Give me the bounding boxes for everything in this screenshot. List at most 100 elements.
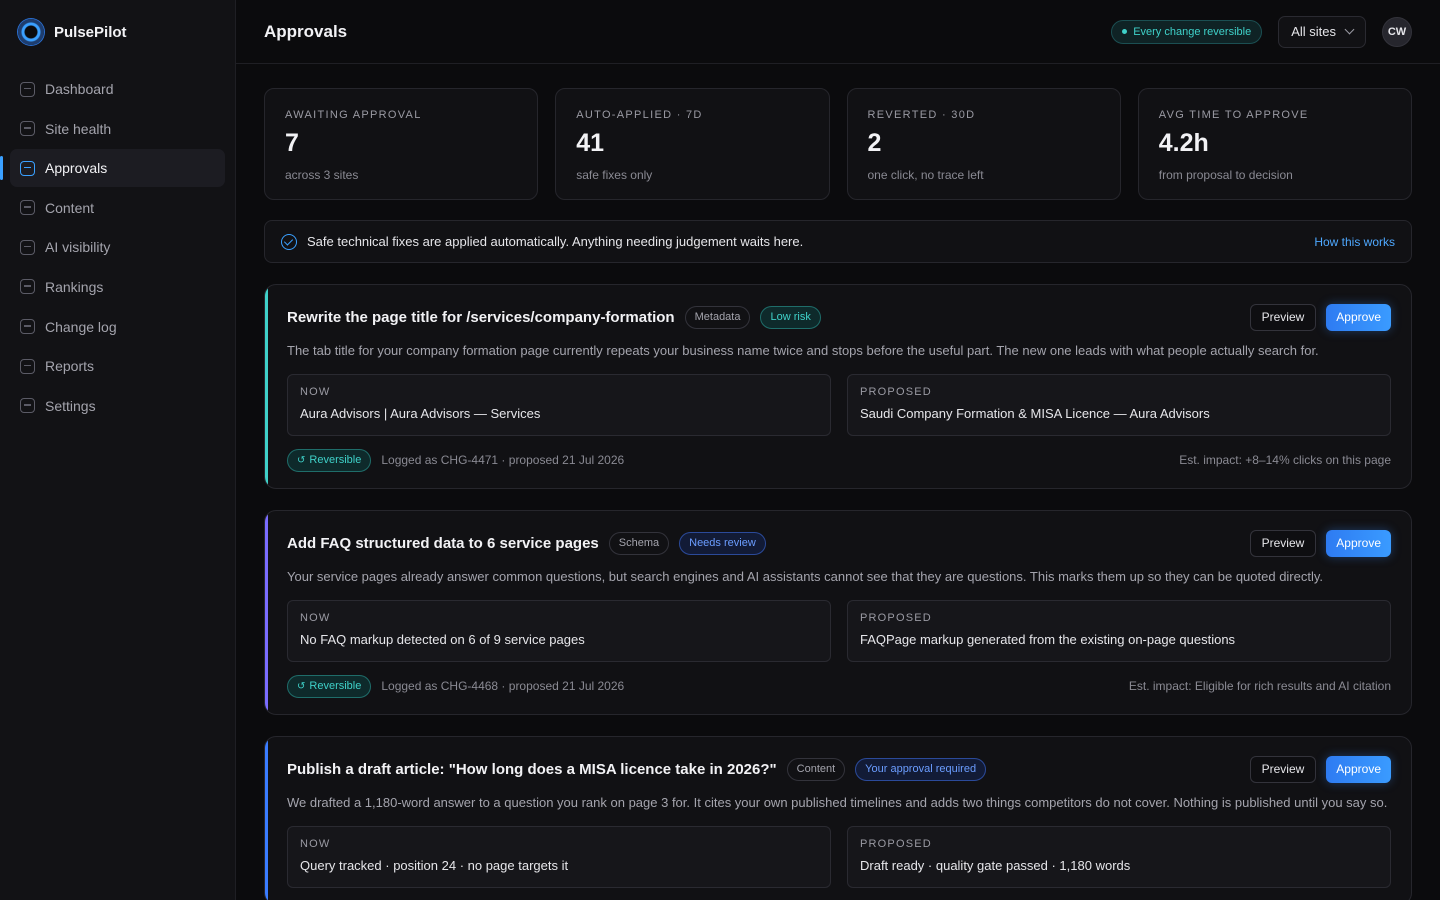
stat-card-auto-applied: Auto-applied · 7d 41 safe fixes only	[555, 88, 830, 200]
now-box: NOW Query tracked · position 24 · no pag…	[287, 826, 831, 888]
approve-button[interactable]: Approve	[1326, 755, 1391, 783]
sidebar-item-approvals[interactable]: Approvals	[0, 149, 225, 188]
stat-value: 2	[867, 129, 882, 157]
proposed-box: PROPOSED Draft ready · quality gate pass…	[847, 826, 1391, 888]
stat-sub: across 3 sites	[285, 168, 359, 182]
proposed-value: Saudi Company Formation & MISA Licence —…	[860, 406, 1210, 421]
sidebar-item-label: Dashboard	[45, 81, 114, 97]
now-label: NOW	[300, 838, 331, 850]
site-health-icon	[20, 121, 35, 137]
impact-estimate: Est. impact: +8–14% clicks on this page	[1179, 453, 1391, 467]
rankings-icon	[20, 279, 35, 295]
approval-card: Add FAQ structured data to 6 service pag…	[264, 510, 1412, 715]
sidebar-item-rankings[interactable]: Rankings	[10, 268, 225, 306]
preview-button[interactable]: Preview	[1249, 529, 1317, 557]
reversible-pill: Every change reversible	[1111, 19, 1263, 44]
now-value: No FAQ markup detected on 6 of 9 service…	[300, 632, 585, 647]
card-description: We drafted a 1,180-word answer to a ques…	[287, 795, 1388, 810]
impact-estimate: Est. impact: Eligible for rich results a…	[1128, 679, 1391, 693]
top-header: Approvals Every change reversible All si…	[236, 0, 1440, 64]
sidebar-item-label: Site health	[45, 120, 112, 137]
sidebar-item-label: Content	[45, 199, 95, 216]
stat-sub: from proposal to decision	[1158, 168, 1293, 182]
approval-card: Rewrite the page title for /services/com…	[264, 284, 1412, 489]
settings-icon	[20, 398, 35, 414]
stat-label: Awaiting approval	[285, 109, 422, 121]
risk-badge: Low risk	[760, 305, 821, 329]
stat-card-reverted: Reverted · 30d 2 one click, no trace lef…	[846, 88, 1121, 200]
sidebar-item-dashboard[interactable]: Dashboard	[10, 70, 225, 108]
now-label: NOW	[300, 386, 331, 398]
approve-button[interactable]: Approve	[1326, 303, 1391, 331]
brand[interactable]: PulsePilot	[0, 0, 235, 64]
stat-card-awaiting: Awaiting approval 7 across 3 sites	[264, 88, 539, 200]
brand-name: PulsePilot	[54, 23, 127, 41]
change-log-ref: Logged as CHG-4468 · proposed 21 Jul 202…	[381, 679, 625, 693]
now-value: Aura Advisors | Aura Advisors — Services	[300, 406, 541, 421]
sidebar-item-content[interactable]: Content	[10, 189, 225, 227]
stat-card-avg-time: Avg time to approve 4.2h from proposal t…	[1137, 88, 1412, 200]
undo-icon: ↺	[297, 454, 306, 466]
change-log-icon	[20, 319, 35, 335]
card-description: Your service pages already answer common…	[287, 569, 1324, 584]
sidebar-item-site-health[interactable]: Site health	[10, 110, 225, 148]
now-box: NOW No FAQ markup detected on 6 of 9 ser…	[287, 600, 831, 662]
proposed-box: PROPOSED FAQPage markup generated from t…	[847, 600, 1391, 662]
stat-label: Avg time to approve	[1158, 109, 1309, 121]
approve-button[interactable]: Approve	[1326, 529, 1391, 557]
check-circle-icon	[281, 233, 297, 250]
reversible-badge: ↺ Reversible	[287, 448, 372, 472]
sidebar-nav: Dashboard Site health Approvals Content …	[0, 64, 235, 432]
sidebar-item-settings[interactable]: Settings	[10, 387, 225, 425]
sidebar-item-change-log[interactable]: Change log	[10, 308, 225, 346]
proposed-value: Draft ready · quality gate passed · 1,18…	[860, 858, 1131, 873]
stat-value: 7	[285, 129, 299, 157]
stat-label: Auto-applied · 7d	[576, 109, 703, 121]
sidebar: PulsePilot Dashboard Site health Approva…	[0, 0, 236, 900]
now-value: Query tracked · position 24 · no page ta…	[300, 858, 569, 873]
approval-card: Publish a draft article: "How long does …	[264, 736, 1412, 900]
risk-badge: Your approval required	[855, 757, 987, 781]
card-description: The tab title for your company formation…	[287, 343, 1319, 358]
avatar[interactable]: CW	[1382, 16, 1412, 47]
sidebar-item-label: Change log	[45, 318, 117, 335]
category-tag: Metadata	[684, 305, 751, 329]
stat-sub: safe fixes only	[576, 168, 653, 182]
sidebar-item-reports[interactable]: Reports	[10, 347, 225, 385]
proposed-box: PROPOSED Saudi Company Formation & MISA …	[847, 374, 1391, 436]
status-dot-icon	[1122, 29, 1128, 34]
reversible-label: Reversible	[309, 454, 362, 466]
reversible-badge: ↺ Reversible	[287, 674, 372, 698]
how-this-works-link[interactable]: How this works	[1314, 235, 1395, 249]
sidebar-item-label: Rankings	[45, 278, 104, 295]
sidebar-item-label: Reports	[45, 358, 95, 375]
info-bar: Safe technical fixes are applied automat…	[264, 220, 1412, 263]
site-select[interactable]: All sites	[1278, 15, 1366, 48]
stats-row: Awaiting approval 7 across 3 sites Auto-…	[264, 88, 1412, 200]
reports-icon	[20, 358, 35, 374]
sidebar-item-label: Approvals	[45, 160, 108, 177]
proposed-label: PROPOSED	[860, 838, 932, 850]
sidebar-item-ai-visibility[interactable]: AI visibility	[10, 228, 225, 266]
info-text: Safe technical fixes are applied automat…	[307, 234, 804, 249]
card-title: Rewrite the page title for /services/com…	[287, 308, 675, 326]
page-title: Approvals	[264, 21, 348, 41]
stat-sub: one click, no trace left	[867, 168, 984, 182]
approvals-icon	[20, 160, 35, 176]
ai-visibility-icon	[20, 239, 35, 255]
now-label: NOW	[300, 612, 331, 624]
chevron-down-icon	[1344, 24, 1355, 35]
proposed-label: PROPOSED	[860, 386, 932, 398]
stat-value: 41	[576, 129, 605, 157]
preview-button[interactable]: Preview	[1249, 303, 1317, 331]
content-icon	[20, 200, 35, 216]
dashboard-icon	[20, 81, 35, 97]
reversible-label: Reversible	[309, 680, 362, 692]
reversible-pill-label: Every change reversible	[1133, 25, 1252, 38]
proposed-value: FAQPage markup generated from the existi…	[860, 632, 1236, 647]
proposed-label: PROPOSED	[860, 612, 932, 624]
sidebar-item-label: Settings	[45, 397, 96, 414]
stat-value: 4.2h	[1158, 129, 1209, 157]
change-log-ref: Logged as CHG-4471 · proposed 21 Jul 202…	[381, 453, 625, 467]
preview-button[interactable]: Preview	[1249, 755, 1317, 783]
